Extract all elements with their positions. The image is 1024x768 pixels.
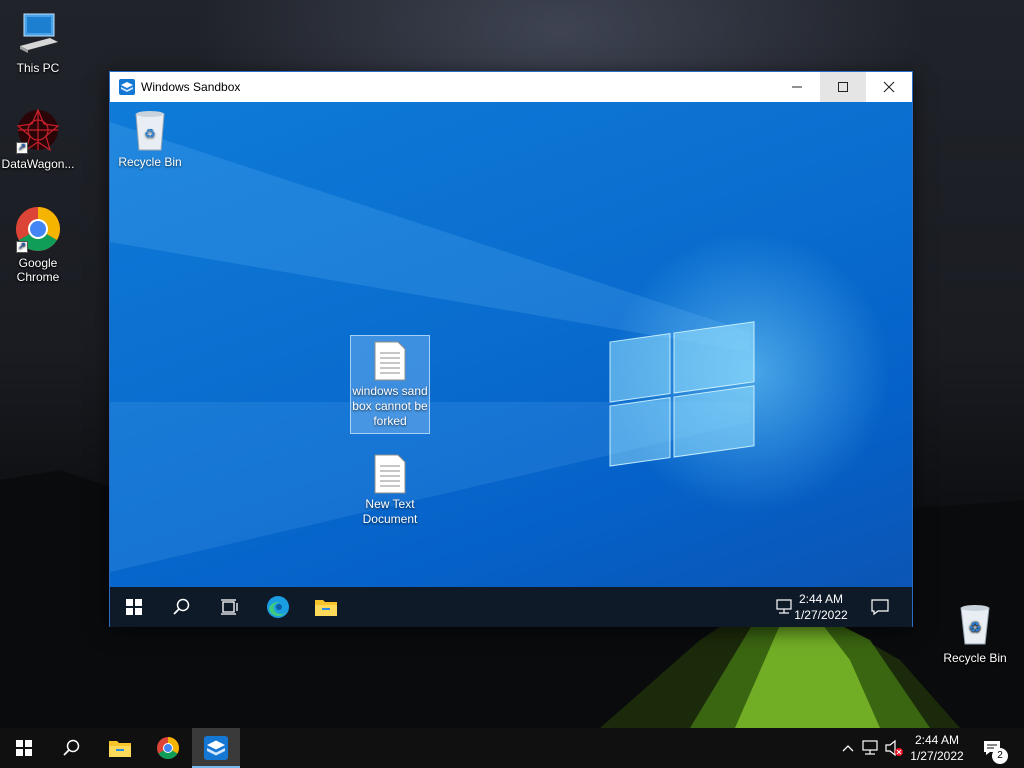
sandbox-date: 1/27/2022	[794, 608, 848, 622]
start-button[interactable]	[0, 728, 48, 768]
text-file-icon	[374, 341, 406, 381]
desktop-icon-label: This PC	[16, 61, 60, 75]
shortcut-arrow-icon: ↗	[16, 241, 28, 253]
sandbox-search-button[interactable]	[158, 587, 206, 627]
windows-logo-icon	[16, 740, 32, 756]
taskbar-file-explorer[interactable]	[96, 728, 144, 768]
sandbox-edge-button[interactable]	[254, 587, 302, 627]
desktop-icon-label: New Text Document	[362, 497, 418, 526]
recycle-bin-icon: ♻	[130, 110, 170, 152]
maximize-icon	[838, 82, 848, 92]
show-hidden-icons-button[interactable]	[838, 738, 858, 758]
desktop-icon-google-chrome[interactable]: ↗ Google Chrome	[0, 205, 76, 284]
taskbar-windows-sandbox[interactable]	[192, 728, 240, 768]
desktop-icon-recycle-bin[interactable]: ♻ Recycle Bin	[937, 600, 1013, 665]
maximize-button[interactable]	[820, 72, 866, 102]
sandbox-taskbar: 2:44 AM 1/27/2022	[110, 587, 912, 627]
sandbox-app-icon	[119, 79, 135, 95]
chevron-up-icon	[842, 745, 854, 752]
sandbox-time: 2:44 AM	[798, 592, 844, 606]
folder-icon	[315, 600, 337, 616]
volume-muted-icon[interactable]	[884, 738, 904, 758]
datawagon-icon: ↗	[14, 106, 62, 154]
sandbox-app-icon	[204, 736, 228, 760]
desktop-icon-label: DataWagon...	[1, 157, 75, 171]
minimize-button[interactable]	[774, 72, 820, 102]
svg-text:♻: ♻	[969, 620, 982, 636]
desktop-icon-label: Recycle Bin	[943, 651, 1007, 665]
sandbox-icon-recycle-bin[interactable]: ♻ Recycle Bin	[110, 110, 190, 170]
task-view-icon	[221, 599, 238, 615]
recycle-bin-icon: ♻	[951, 600, 999, 648]
window-title: Windows Sandbox	[141, 80, 241, 94]
svg-text:♻: ♻	[144, 127, 156, 142]
sandbox-action-center-button[interactable]	[870, 597, 890, 617]
close-button[interactable]	[866, 72, 912, 102]
desktop-icon-datawagon[interactable]: ↗ DataWagon...	[0, 106, 76, 171]
desktop-icon-this-pc[interactable]: This PC	[0, 10, 76, 75]
windows-wallpaper	[110, 122, 755, 572]
sandbox-start-button[interactable]	[110, 587, 158, 627]
chrome-icon: ↗	[14, 205, 62, 253]
sandbox-clock[interactable]: 2:44 AM 1/27/2022	[786, 591, 856, 623]
windows-logo-icon	[126, 599, 142, 615]
sandbox-icon-new-text-document[interactable]: New Text Document	[350, 449, 430, 527]
taskbar-date: 1/27/2022	[910, 749, 964, 763]
taskbar: 2:44 AM 1/27/2022 2	[0, 728, 1024, 768]
shortcut-arrow-icon: ↗	[16, 142, 28, 154]
desktop-icon-label: windows sand box cannot be forked	[352, 384, 428, 428]
sandbox-task-view-button[interactable]	[206, 587, 254, 627]
notification-icon	[871, 599, 889, 616]
sandbox-file-explorer-button[interactable]	[302, 587, 350, 627]
chrome-icon	[157, 737, 179, 759]
folder-icon	[109, 741, 131, 757]
search-button[interactable]	[48, 728, 96, 768]
taskbar-google-chrome[interactable]	[144, 728, 192, 768]
window-titlebar[interactable]: Windows Sandbox	[110, 72, 912, 102]
taskbar-time: 2:44 AM	[914, 733, 960, 747]
taskbar-clock[interactable]: 2:44 AM 1/27/2022	[904, 732, 970, 764]
sandbox-icon-text-file-selected[interactable]: windows sand box cannot be forked	[350, 335, 430, 434]
computer-icon	[14, 10, 62, 58]
minimize-icon	[792, 86, 802, 88]
desktop-icon-label: Recycle Bin	[118, 155, 182, 169]
search-icon	[173, 598, 190, 615]
sandbox-window[interactable]: Windows Sandbox ♻ Recycle Bin windows sa…	[109, 71, 913, 627]
notification-count-badge: 2	[992, 748, 1008, 764]
close-icon	[883, 81, 895, 93]
search-icon	[63, 739, 80, 756]
edge-icon	[267, 596, 289, 618]
network-icon[interactable]	[860, 738, 880, 758]
sandbox-desktop[interactable]: ♻ Recycle Bin windows sand box cannot be…	[110, 102, 912, 587]
desktop-icon-label: Google Chrome	[16, 256, 60, 284]
text-file-icon	[374, 454, 406, 494]
